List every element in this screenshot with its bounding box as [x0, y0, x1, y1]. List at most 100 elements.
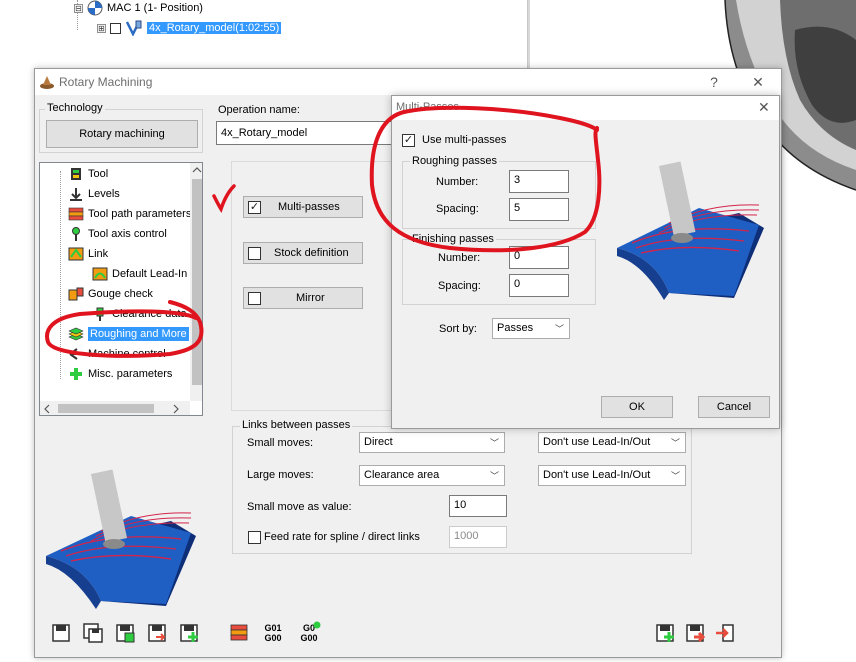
operation-name-input[interactable]: 4x_Rotary_model [216, 121, 396, 145]
operation-preview-image [46, 469, 196, 609]
tree-item-tool-axis-control[interactable]: Tool axis control [68, 225, 167, 243]
tree-node-mac-label: MAC 1 (1- Position) [107, 2, 203, 14]
tree-node-checkbox[interactable] [110, 22, 121, 34]
roughing-spacing-input[interactable]: 5 [509, 198, 569, 221]
save-as-icon[interactable] [83, 623, 103, 643]
mirror-checkbox[interactable] [248, 292, 261, 305]
feed-rate-checkbox[interactable] [248, 531, 261, 544]
exit-icon[interactable] [715, 623, 735, 643]
sort-by-select[interactable]: Passes ﹀ [492, 318, 570, 339]
collapse-toggle[interactable]: ⊟ [74, 3, 83, 13]
add-badge-icon [313, 621, 321, 629]
small-move-value-input[interactable]: 10 [449, 495, 507, 517]
operation-name-label: Operation name: [218, 104, 300, 116]
mirror-button[interactable]: Mirror [243, 287, 363, 309]
finishing-number-label: Number: [438, 252, 481, 264]
tree-vertical-scrollbar[interactable] [190, 163, 202, 401]
machine-control-icon [69, 348, 83, 360]
roughing-number-input[interactable]: 3 [509, 170, 569, 193]
multi-passes-label: Multi-passes [278, 201, 340, 213]
bottom-toolbar: G01 G00 G0 G00 [51, 621, 321, 645]
link-icon [68, 247, 84, 261]
multi-passes-checkbox[interactable]: ✓ [248, 201, 261, 214]
finishing-passes-title: Finishing passes [410, 233, 496, 245]
tree-item-levels[interactable]: Levels [68, 185, 120, 203]
tree-item-label: Misc. parameters [88, 368, 173, 380]
tree-item-toolpath-parameters[interactable]: Tool path parameters [68, 205, 191, 223]
technology-button[interactable]: Rotary machining [46, 120, 198, 148]
feed-rate-input[interactable]: 1000 [449, 526, 507, 548]
finishing-number-input[interactable]: 0 [509, 246, 569, 269]
help-button[interactable]: ? [705, 73, 723, 91]
save-exit-icon[interactable] [685, 623, 705, 643]
levels-icon [70, 188, 82, 201]
tree-item-link[interactable]: Link [68, 245, 108, 263]
stock-definition-button[interactable]: Stock definition [243, 242, 363, 264]
technology-label: Technology [45, 102, 105, 114]
feed-rate-label: Feed rate for spline / direct links [264, 531, 420, 543]
tree-item-clearance-data[interactable]: Clearance data [92, 305, 187, 323]
small-moves-select[interactable]: Direct ﹀ [359, 432, 505, 453]
tree-horizontal-scrollbar[interactable] [40, 401, 190, 415]
roughing-spacing-label: Spacing: [436, 203, 479, 215]
roughing-icon [68, 327, 84, 341]
use-multi-passes-checkbox[interactable]: ✓ [402, 134, 415, 147]
horizontal-scrollbar-track [44, 404, 179, 414]
large-moves-select[interactable]: Clearance area ﹀ [359, 465, 505, 486]
gcode-g0-button[interactable]: G0 G00 [297, 621, 321, 643]
save-calc-icon[interactable] [115, 623, 135, 643]
small-moves-value: Direct [364, 436, 393, 448]
multi-passes-titlebar[interactable]: Multi-Passes ✕ [392, 96, 779, 120]
multi-passes-close-button[interactable]: ✕ [758, 99, 770, 116]
mirror-label: Mirror [296, 292, 325, 304]
tree-item-label: Machine control [88, 348, 166, 360]
gcode-g01-button[interactable]: G01 G00 [261, 623, 285, 643]
expand-toggle[interactable]: ⊞ [97, 23, 106, 33]
toolpath-icon[interactable] [229, 623, 249, 643]
tree-node-model[interactable]: ⊞ 4x_Rotary_model(1:02:55) [97, 20, 282, 36]
large-moves-lead-select[interactable]: Don't use Lead-In/Out ﹀ [538, 465, 686, 486]
lead-in-icon [92, 267, 108, 281]
tool-icon [71, 168, 81, 180]
plus-icon [70, 368, 82, 380]
cancel-button[interactable]: Cancel [698, 396, 770, 418]
small-moves-lead-select[interactable]: Don't use Lead-In/Out ﹀ [538, 432, 686, 453]
tree-item-label: Tool path parameters [88, 208, 192, 220]
stock-definition-checkbox[interactable] [248, 247, 261, 260]
tree-item-label: Roughing and More [88, 327, 189, 341]
dialog-titlebar[interactable]: Rotary Machining ? ✕ [35, 69, 781, 95]
tree-item-label: Gouge check [88, 288, 153, 300]
close-button[interactable]: ✕ [749, 73, 767, 91]
gouge-icon [68, 287, 84, 301]
sort-by-label: Sort by: [439, 323, 477, 335]
tree-item-misc-parameters[interactable]: Misc. parameters [68, 365, 172, 383]
finishing-spacing-input[interactable]: 0 [509, 274, 569, 297]
tree-node-model-label: 4x_Rotary_model(1:02:55) [147, 22, 282, 34]
tree-item-label: Tool axis control [88, 228, 167, 240]
tree-item-machine-control[interactable]: Machine control [68, 345, 166, 363]
tree-item-gouge-check[interactable]: Gouge check [68, 285, 153, 303]
machine-icon [87, 0, 103, 16]
large-moves-label: Large moves: [247, 469, 314, 481]
small-moves-lead-value: Don't use Lead-In/Out [543, 436, 651, 448]
multi-passes-dialog: Multi-Passes ✕ ✓ Use multi-passes Roughi… [391, 95, 780, 429]
large-moves-lead-value: Don't use Lead-In/Out [543, 469, 651, 481]
save-exit-icon[interactable] [147, 623, 167, 643]
save-add-icon[interactable] [179, 623, 199, 643]
tree-item-label: Tool [88, 168, 109, 180]
tree-guide-line [60, 171, 61, 379]
save-icon[interactable] [51, 623, 71, 643]
bottom-right-toolbar [655, 621, 735, 645]
tree-item-label: Clearance data [112, 308, 187, 320]
links-between-passes-title: Links between passes [240, 419, 353, 431]
tree-item-roughing-and-more[interactable]: Roughing and More [68, 325, 189, 343]
tool-axis-icon [72, 227, 80, 241]
tree-item-tool[interactable]: Tool [68, 165, 108, 183]
gcode-g01-bottom: G00 [264, 633, 282, 643]
multi-passes-button[interactable]: ✓ Multi-passes [243, 196, 363, 218]
save-add-icon[interactable] [655, 623, 675, 643]
ok-button[interactable]: OK [601, 396, 673, 418]
tree-item-default-lead-in[interactable]: Default Lead-In [92, 265, 187, 283]
clearance-icon [96, 307, 104, 321]
tree-node-mac[interactable]: ⊟ MAC 1 (1- Position) [74, 0, 203, 16]
